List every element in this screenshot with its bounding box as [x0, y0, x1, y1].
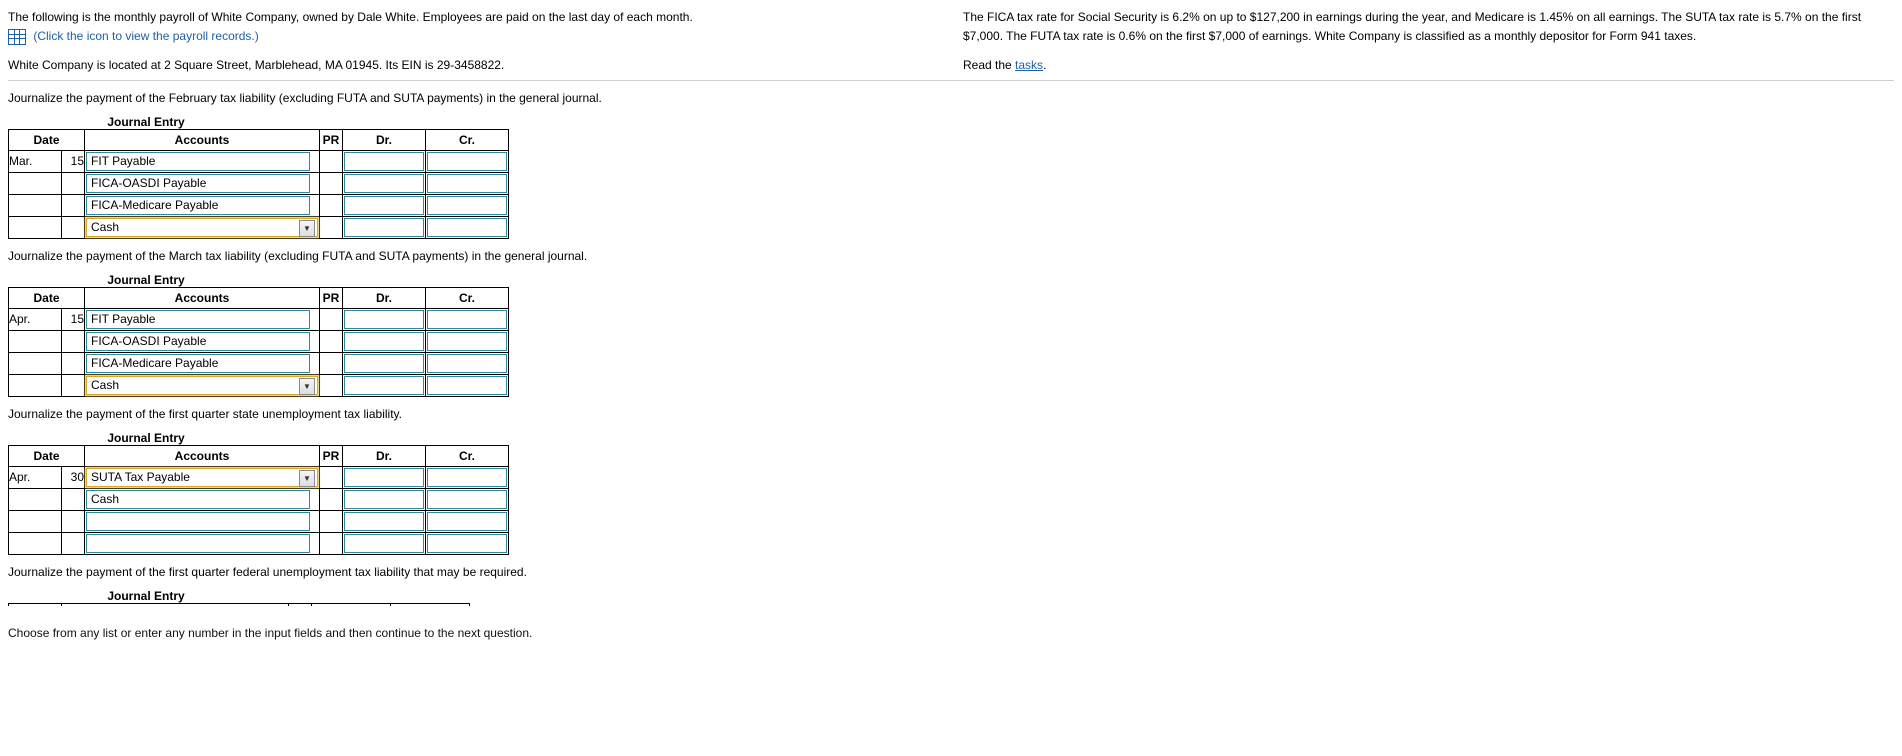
je-title-2: Journal Entry — [8, 273, 284, 287]
bottom-hint: Choose from any list or enter any number… — [8, 626, 1894, 640]
cr-input[interactable] — [427, 152, 507, 171]
account-input[interactable]: FICA-OASDI Payable — [86, 332, 310, 351]
dr-input[interactable] — [344, 354, 424, 373]
payroll-records-link[interactable]: (Click the icon to view the payroll reco… — [33, 29, 258, 43]
dr-input[interactable] — [344, 512, 424, 531]
cr-input[interactable] — [427, 354, 507, 373]
dr-input[interactable] — [344, 152, 424, 171]
cr-input[interactable] — [427, 534, 507, 553]
th-pr: PR — [320, 287, 343, 308]
instruction-3: Journalize the payment of the first quar… — [8, 407, 1894, 421]
th-pr: PR — [320, 129, 343, 150]
cr-input[interactable] — [427, 490, 507, 509]
th-accounts: Accounts — [85, 287, 320, 308]
dr-input[interactable] — [344, 196, 424, 215]
th-cr: Cr. — [426, 287, 509, 308]
read-suffix: . — [1043, 58, 1046, 72]
account-input[interactable]: FIT Payable — [86, 310, 310, 329]
cr-input[interactable] — [427, 332, 507, 351]
context-panel: The following is the monthly payroll of … — [8, 8, 1894, 81]
cr-input[interactable] — [427, 218, 507, 237]
journal-entry-table-3: Date Accounts PR Dr. Cr. Apr. 30 SUTA Ta… — [8, 445, 509, 555]
account-input[interactable]: Cash — [86, 490, 310, 509]
dr-input[interactable] — [344, 376, 424, 395]
date-day: 30 — [62, 466, 85, 488]
cr-input[interactable] — [427, 174, 507, 193]
account-input[interactable]: FICA-Medicare Payable — [86, 196, 310, 215]
cr-input[interactable] — [427, 310, 507, 329]
account-input[interactable]: FICA-OASDI Payable — [86, 174, 310, 193]
date-month: Apr. — [9, 466, 62, 488]
dr-input[interactable] — [344, 218, 424, 237]
dr-input[interactable] — [344, 468, 424, 487]
date-day: 15 — [62, 308, 85, 330]
instruction-2: Journalize the payment of the March tax … — [8, 249, 1894, 263]
je-title-1: Journal Entry — [8, 115, 284, 129]
th-cr: Cr. — [426, 445, 509, 466]
th-date: Date — [9, 445, 85, 466]
account-select[interactable]: Cash — [86, 376, 318, 395]
dr-input[interactable] — [344, 534, 424, 553]
context-left: The following is the monthly payroll of … — [8, 8, 963, 76]
journal-entry-table-1: Date Accounts PR Dr. Cr. Mar. 15 FIT Pay… — [8, 129, 509, 239]
th-pr: PR — [320, 445, 343, 466]
th-date: Date — [9, 129, 85, 150]
read-prefix: Read the — [963, 58, 1015, 72]
instruction-1: Journalize the payment of the February t… — [8, 91, 1894, 105]
th-accounts: Accounts — [85, 445, 320, 466]
cr-input[interactable] — [427, 376, 507, 395]
je-title-4: Journal Entry — [8, 589, 284, 603]
journal-entry-table-4-header — [8, 603, 470, 606]
payroll-records-icon[interactable] — [8, 29, 26, 45]
cr-input[interactable] — [427, 468, 507, 487]
th-dr: Dr. — [343, 287, 426, 308]
intro-text-2: White Company is located at 2 Square Str… — [8, 56, 939, 75]
th-dr: Dr. — [343, 445, 426, 466]
th-date: Date — [9, 287, 85, 308]
context-right: The FICA tax rate for Social Security is… — [963, 8, 1894, 76]
account-input[interactable] — [86, 512, 310, 531]
tasks-link[interactable]: tasks — [1015, 58, 1043, 72]
th-dr: Dr. — [343, 129, 426, 150]
journal-entry-table-2: Date Accounts PR Dr. Cr. Apr. 15 FIT Pay… — [8, 287, 509, 397]
th-cr: Cr. — [426, 129, 509, 150]
account-input[interactable] — [86, 534, 310, 553]
date-month: Apr. — [9, 308, 62, 330]
date-month: Mar. — [9, 150, 62, 172]
th-accounts: Accounts — [85, 129, 320, 150]
account-select[interactable]: SUTA Tax Payable — [86, 468, 318, 487]
account-input[interactable]: FIT Payable — [86, 152, 310, 171]
instruction-4: Journalize the payment of the first quar… — [8, 565, 1894, 579]
dr-input[interactable] — [344, 490, 424, 509]
dr-input[interactable] — [344, 174, 424, 193]
account-input[interactable]: FICA-Medicare Payable — [86, 354, 310, 373]
intro-text-1: The following is the monthly payroll of … — [8, 8, 939, 27]
account-select[interactable]: Cash — [86, 218, 318, 237]
je-title-3: Journal Entry — [8, 431, 284, 445]
tax-info-text: The FICA tax rate for Social Security is… — [963, 8, 1894, 46]
dr-input[interactable] — [344, 332, 424, 351]
date-day: 15 — [62, 150, 85, 172]
cr-input[interactable] — [427, 512, 507, 531]
cr-input[interactable] — [427, 196, 507, 215]
dr-input[interactable] — [344, 310, 424, 329]
